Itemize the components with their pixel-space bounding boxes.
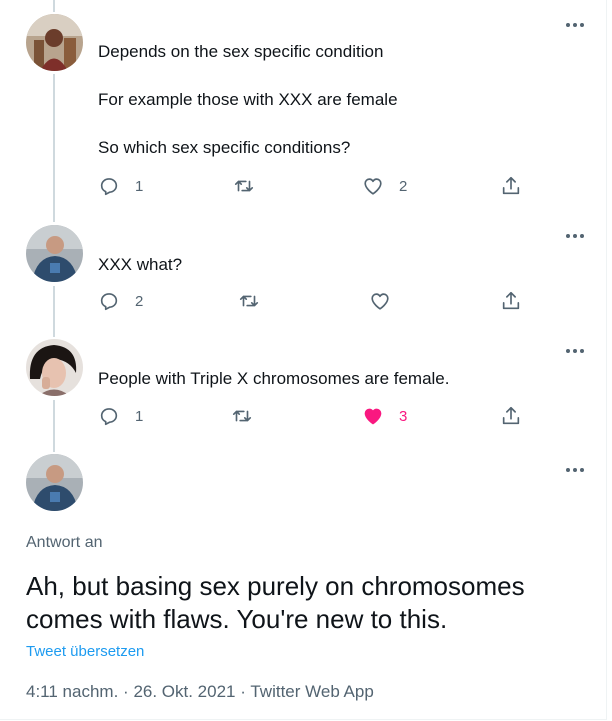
- like-count: 3: [399, 407, 408, 425]
- retweet-button[interactable]: [231, 404, 268, 428]
- avatar[interactable]: [26, 339, 83, 396]
- reply-icon: [100, 293, 118, 311]
- tweet-text-line: People with Triple X chromosomes are fem…: [98, 369, 450, 388]
- like-filled-icon: [364, 408, 382, 425]
- retweet-icon: [234, 180, 254, 192]
- main-tweet-text: Ah, but basing sex purely on chromosomes…: [26, 571, 525, 634]
- reply-icon: [100, 408, 118, 426]
- tweet-source[interactable]: Twitter Web App: [250, 682, 373, 701]
- avatar[interactable]: [26, 225, 83, 282]
- reply-button[interactable]: 1: [98, 174, 143, 198]
- translate-tweet-link[interactable]: Tweet übersetzen: [26, 643, 144, 660]
- reply-icon: [100, 178, 118, 196]
- share-icon: [502, 406, 520, 425]
- like-button[interactable]: 3: [362, 404, 407, 428]
- like-button[interactable]: 2: [362, 174, 407, 198]
- share-button[interactable]: [500, 404, 522, 428]
- share-icon: [502, 176, 520, 195]
- tweet-time[interactable]: 4:11 nachm.: [26, 682, 118, 701]
- tweet-text-line: For example those with XXX are female: [98, 90, 398, 109]
- share-button[interactable]: [500, 174, 522, 198]
- retweet-button[interactable]: [238, 289, 275, 313]
- separator: ·: [123, 682, 129, 701]
- thread-connector: [53, 0, 55, 12]
- like-button[interactable]: [369, 289, 406, 313]
- more-options-icon[interactable]: [564, 345, 586, 357]
- retweet-icon: [239, 295, 259, 307]
- reply-button[interactable]: 2: [98, 289, 143, 313]
- like-icon: [364, 178, 382, 195]
- thread-connector: [53, 400, 55, 452]
- avatar[interactable]: [26, 14, 83, 71]
- like-icon: [371, 293, 389, 310]
- more-options-icon[interactable]: [564, 464, 586, 476]
- retweet-button[interactable]: [233, 174, 270, 198]
- tweet-text-line: Depends on the sex specific condition: [98, 42, 384, 61]
- reply-count: 1: [135, 407, 144, 425]
- separator: ·: [240, 682, 246, 701]
- tweet-date[interactable]: 26. Okt. 2021: [133, 682, 235, 701]
- reply-button[interactable]: 1: [98, 404, 143, 428]
- more-options-icon[interactable]: [564, 19, 586, 31]
- tweet-text-line: XXX what?: [98, 255, 183, 274]
- like-count: 2: [399, 177, 408, 195]
- share-icon: [502, 291, 520, 310]
- tweet-metadata: 4:11 nachm. · 26. Okt. 2021 · Twitter We…: [26, 682, 374, 702]
- thread-connector: [53, 286, 55, 337]
- avatar[interactable]: [26, 454, 83, 511]
- reply-count: 2: [135, 292, 144, 310]
- more-options-icon[interactable]: [564, 230, 586, 242]
- thread-connector: [53, 74, 55, 222]
- reply-to-label: Antwort an: [26, 534, 103, 551]
- retweet-icon: [232, 410, 252, 422]
- tweet-text-line: So which sex specific conditions?: [98, 138, 351, 157]
- reply-count: 1: [135, 177, 144, 195]
- share-button[interactable]: [500, 289, 522, 313]
